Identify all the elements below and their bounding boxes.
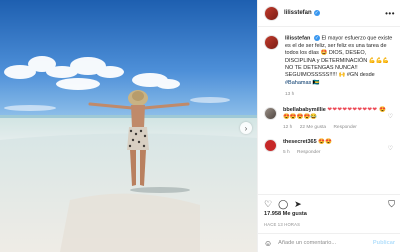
caption-text: El mayor esfuerzo que existe es el de se… (285, 35, 393, 79)
share-paper-plane-icon[interactable]: ➤ (294, 199, 302, 210)
comment-like-heart-icon[interactable]: ♡ (388, 113, 393, 120)
chevron-right-icon: › (244, 123, 248, 133)
caption-username[interactable]: lilisstefan (285, 35, 310, 41)
bookmark-icon[interactable]: ⛉ (388, 199, 395, 210)
post-photo[interactable]: › (0, 0, 257, 252)
comment-meta: 5 h Responder (283, 149, 391, 156)
commenter-avatar[interactable] (264, 138, 277, 152)
comment-time[interactable]: 5 h (283, 150, 290, 155)
comment-body: bbellababymillie ❤❤❤❤❤❤❤❤❤❤ 😍😍😍😍😍😂 12 h … (283, 107, 391, 131)
comment-text: ❤❤❤❤❤❤❤❤❤❤ (327, 106, 378, 113)
comment-item: thesecret365 😍😍 5 h Responder ♡ (258, 131, 400, 156)
post-caption: lilisstefan ✓ El mayor esfuerzo que exis… (258, 27, 400, 99)
flag-emoji: 🇧🇸 (312, 79, 320, 86)
likes-count[interactable]: 17.958 Me gusta (264, 211, 307, 217)
verified-badge-icon: ✓ (313, 10, 320, 16)
emoji-picker-icon[interactable]: ☺ (264, 239, 272, 248)
caption-avatar[interactable] (264, 35, 279, 50)
comment-bubble-icon[interactable]: ◯ (278, 199, 288, 210)
commenter-avatar[interactable] (264, 106, 277, 120)
post-side-panel: lilisstefan ✓ ••• lilisstefan ✓ El mayor… (257, 0, 400, 252)
comment-emojis: 😍😍 (318, 138, 332, 145)
caption-time[interactable]: 13 h (285, 91, 395, 98)
instagram-post-modal: › lilisstefan ✓ ••• lilisstefan ✓ El may… (0, 0, 400, 252)
author-avatar[interactable] (264, 5, 279, 21)
comment-like-heart-icon[interactable]: ♡ (388, 145, 393, 152)
hashtag-link[interactable]: #Bahamas (285, 80, 311, 86)
like-heart-icon[interactable]: ♡ (264, 199, 272, 210)
reply-link[interactable]: Responder (333, 125, 356, 130)
post-header: lilisstefan ✓ ••• (258, 0, 400, 27)
comment-username[interactable]: bbellababymillie (283, 107, 326, 113)
post-actions-bar: ♡ ◯ ➤ ⛉ (258, 194, 400, 210)
more-options-icon[interactable]: ••• (385, 9, 395, 18)
caption-body: lilisstefan ✓ El mayor esfuerzo que exis… (285, 35, 395, 99)
reply-link[interactable]: Responder (297, 150, 320, 155)
next-photo-button[interactable]: › (240, 122, 252, 134)
add-comment-bar: ☺ Añade un comentario... Publicar (258, 233, 400, 252)
comment-meta: 12 h 22 Me gusta Responder (283, 124, 391, 131)
publish-button[interactable]: Publicar (373, 240, 395, 246)
author-username[interactable]: lilisstefan (284, 10, 312, 16)
comment-body: thesecret365 😍😍 5 h Responder (283, 139, 391, 156)
comment-username[interactable]: thesecret365 (283, 139, 317, 145)
comment-input[interactable]: Añade un comentario... (278, 240, 336, 246)
posted-time-ago: HACE 13 HORAS (264, 222, 301, 227)
comment-time[interactable]: 12 h (283, 125, 292, 130)
comment-likes[interactable]: 22 Me gusta (300, 125, 326, 130)
verified-badge-icon: ✓ (313, 35, 320, 41)
beach-photo (0, 0, 257, 252)
comment-item: bbellababymillie ❤❤❤❤❤❤❤❤❤❤ 😍😍😍😍😍😂 12 h … (258, 99, 400, 131)
